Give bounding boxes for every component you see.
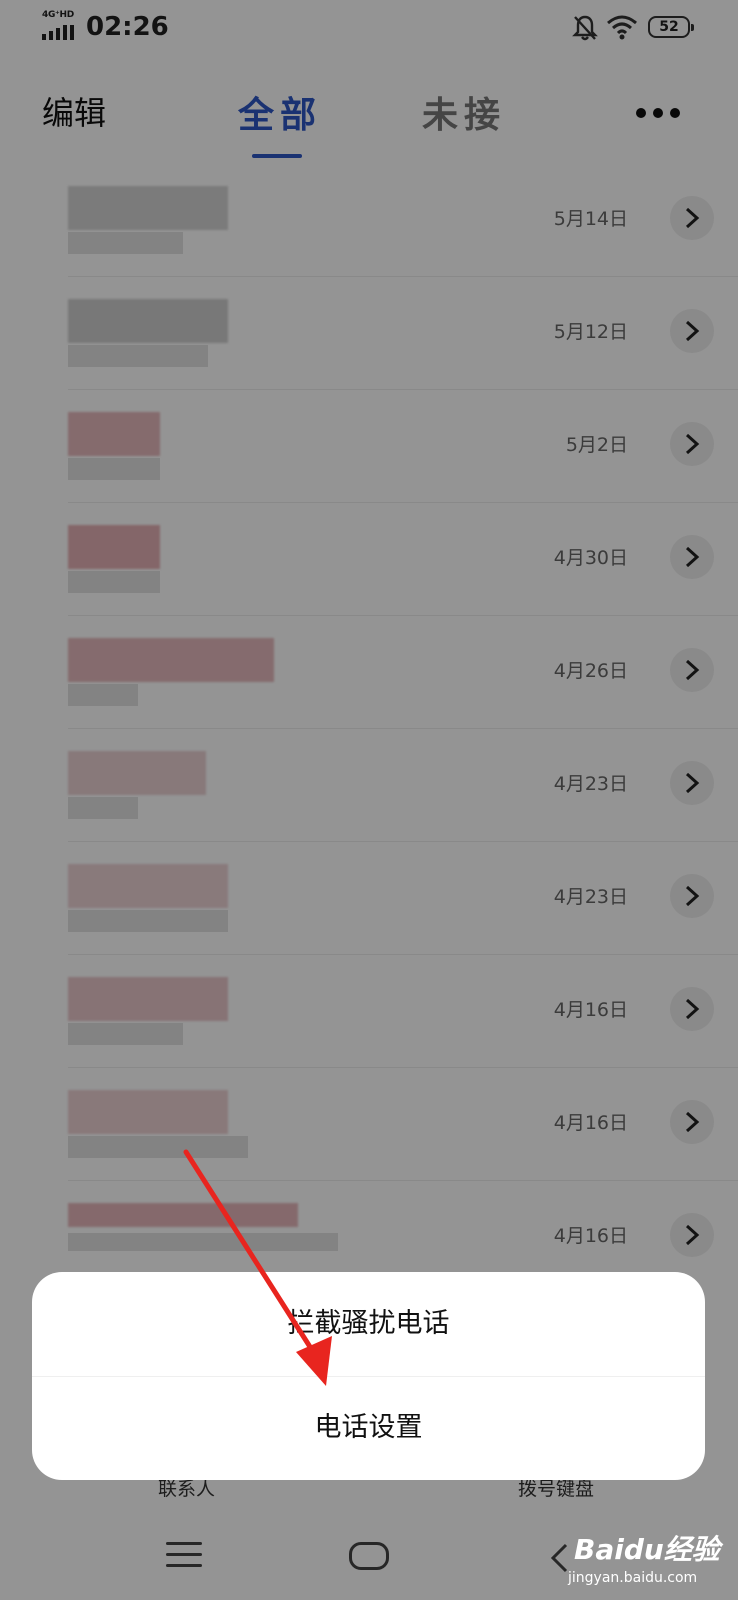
- phone-screen: 4G⁺HD 02:26 52 编辑 全部 未接 5月14日 5月12日 5月2日…: [0, 0, 738, 1600]
- block-spam-calls-option[interactable]: 拦截骚扰电话: [32, 1272, 705, 1376]
- watermark-site: jingyan.baidu.com: [568, 1570, 698, 1586]
- watermark-brand: Baidu经验: [574, 1533, 720, 1566]
- baidu-watermark: Baidu经验 jingyan.baidu.com: [556, 1520, 736, 1590]
- action-sheet: 拦截骚扰电话 电话设置: [32, 1272, 705, 1480]
- call-settings-option[interactable]: 电话设置: [32, 1376, 705, 1480]
